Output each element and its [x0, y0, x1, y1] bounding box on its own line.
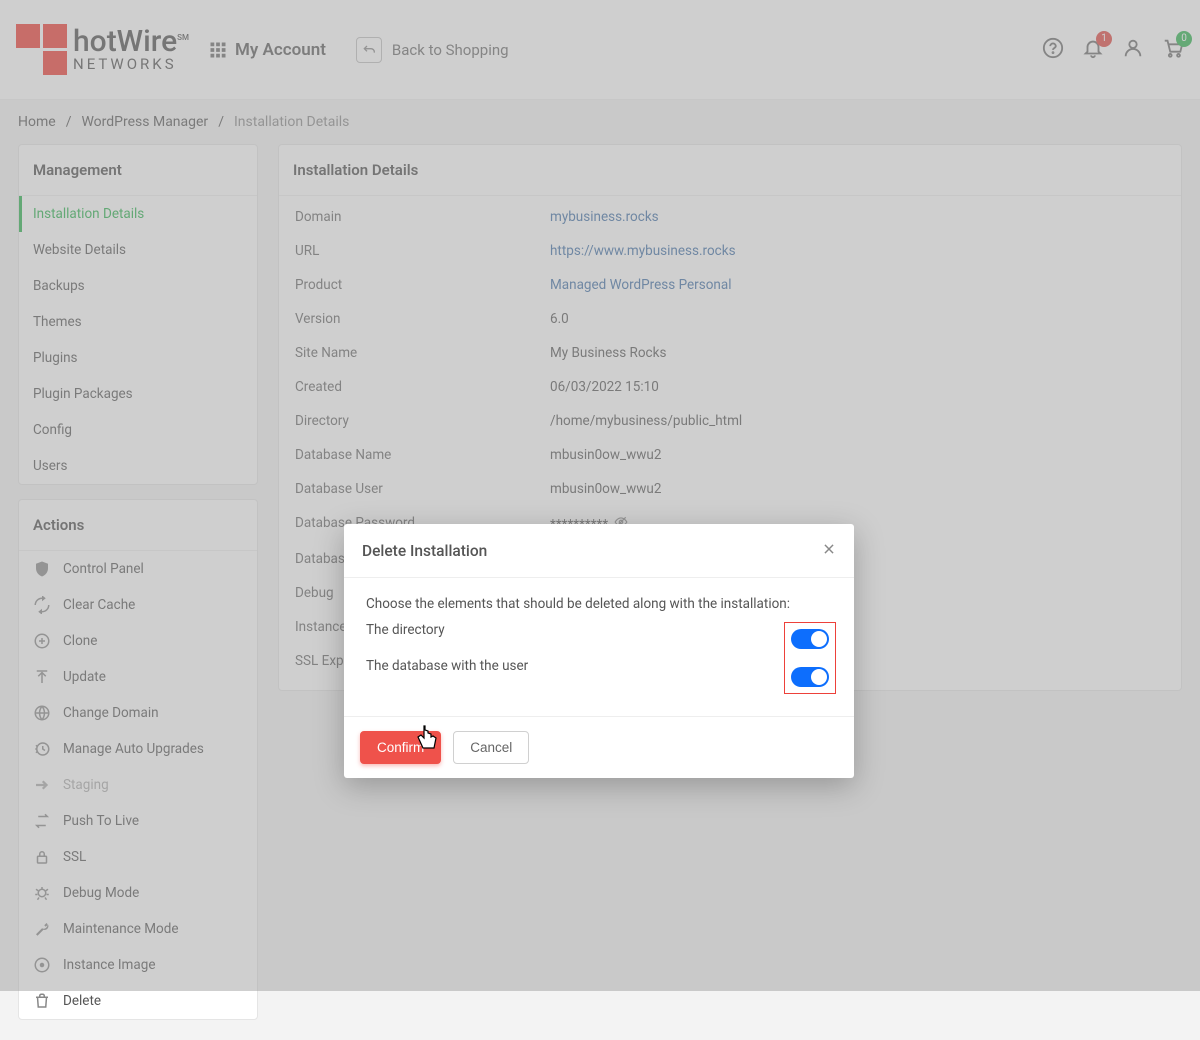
cursor-pointer-icon [414, 724, 440, 758]
action-label: Delete [63, 993, 101, 1009]
modal-opt-directory: The directory [366, 622, 784, 638]
cancel-button[interactable]: Cancel [453, 731, 529, 764]
toggle-directory[interactable] [791, 629, 829, 649]
trash-icon [33, 992, 51, 1010]
toggle-database[interactable] [791, 667, 829, 687]
modal-overlay[interactable] [0, 0, 1200, 991]
modal-opt-database: The database with the user [366, 658, 784, 674]
modal-message: Choose the elements that should be delet… [366, 596, 836, 612]
close-icon [822, 542, 836, 556]
toggle-highlight-box [784, 622, 836, 694]
modal-close-button[interactable] [822, 540, 836, 561]
modal-title: Delete Installation [362, 542, 487, 560]
